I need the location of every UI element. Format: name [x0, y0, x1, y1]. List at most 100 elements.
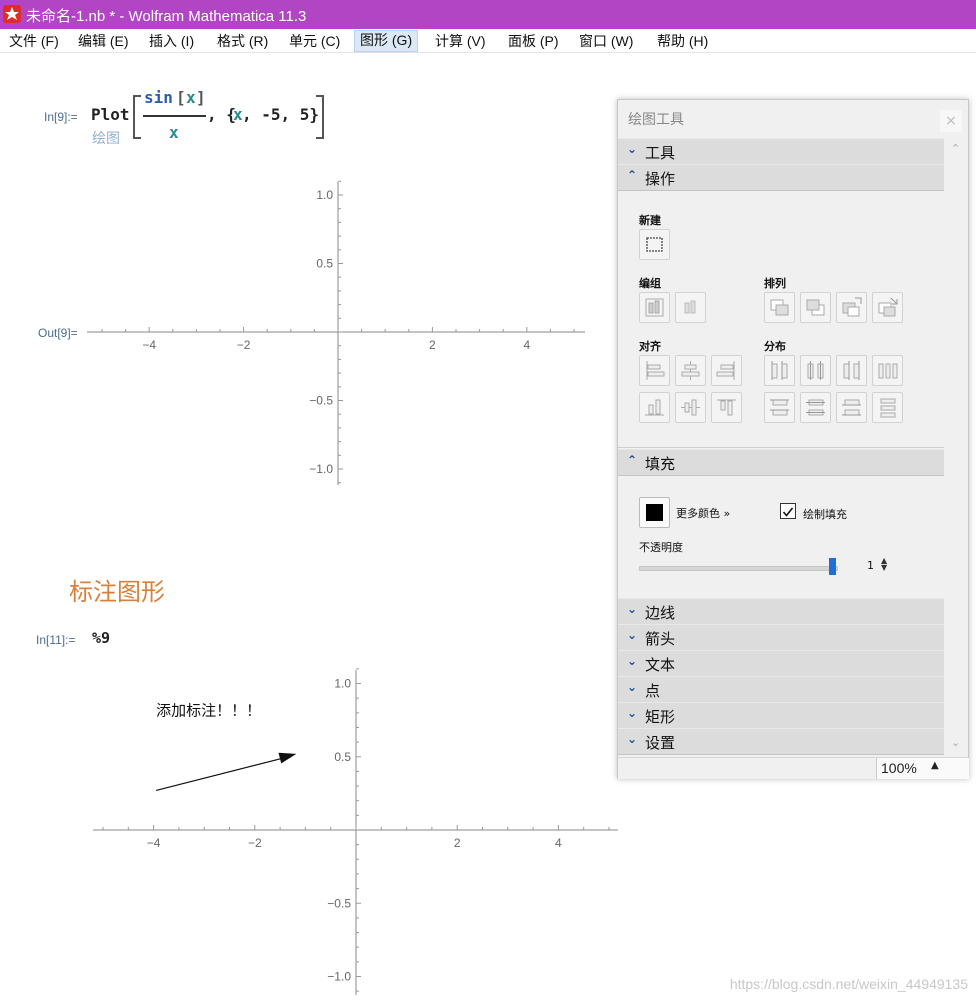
section-operations-label: 操作: [645, 170, 676, 188]
section-settings-label: 设置: [645, 734, 676, 752]
section-tools[interactable]: ⌄ 工具: [618, 138, 944, 165]
menu-cell[interactable]: 单元 (C): [284, 31, 345, 51]
fill-color-swatch[interactable]: [639, 497, 670, 528]
x-tick-label: 2: [429, 338, 436, 352]
section-text-label: 文本: [645, 656, 676, 674]
menu-bar: 文件 (F) 编辑 (E) 插入 (I) 格式 (R) 单元 (C) 图形 (G…: [0, 29, 976, 53]
chevron-down-icon: ⌄: [627, 142, 638, 156]
section-edges[interactable]: ⌄ 边线: [618, 598, 944, 625]
section-tools-label: 工具: [645, 144, 676, 162]
menu-graphics[interactable]: 图形 (G): [354, 30, 419, 52]
send-to-back-button[interactable]: [800, 292, 831, 323]
in-label-11: In[11]:=: [36, 633, 76, 647]
distribute-middle-button[interactable]: [800, 392, 831, 423]
opacity-value[interactable]: 1: [867, 559, 874, 572]
x-tick-label: 2: [454, 836, 461, 850]
annotation-arrow-line: [155, 757, 283, 792]
distribute-bottom-button[interactable]: [836, 392, 867, 423]
x-tick-label: −4: [142, 338, 156, 352]
plot-output-1[interactable]: −4 −2 2 4 1.0 0.5 −0.5 −1.0: [85, 175, 595, 490]
draw-fill-label: 绘制填充: [803, 508, 847, 521]
bring-forward-button[interactable]: [836, 292, 867, 323]
spinner-arrows-icon[interactable]: ▲ ▼: [881, 557, 887, 572]
section-operations[interactable]: ⌃ 操作: [618, 164, 944, 191]
autocomplete-hint[interactable]: 绘图: [92, 128, 120, 148]
distribute-right-button[interactable]: [836, 355, 867, 386]
y-tick-label: −0.5: [309, 394, 333, 408]
align-bottom-button[interactable]: [639, 392, 670, 423]
scroll-up-icon[interactable]: ⌃: [951, 142, 960, 155]
chevron-down-icon: ⌄: [627, 602, 638, 616]
close-icon[interactable]: ×: [940, 110, 962, 132]
section-arrows[interactable]: ⌄ 箭头: [618, 624, 944, 651]
plot-function: Plot: [91, 105, 130, 124]
section-title[interactable]: 标注图形: [69, 572, 165, 607]
denominator: x: [169, 123, 179, 142]
distribute-vertical-button[interactable]: [872, 392, 903, 423]
label-new: 新建: [639, 214, 661, 227]
menu-file[interactable]: 文件 (F): [4, 31, 64, 51]
align-middle-button[interactable]: [675, 392, 706, 423]
align-top-button[interactable]: [711, 392, 742, 423]
annotation-arrowhead: [278, 752, 297, 764]
y-tick-label: 0.5: [334, 750, 351, 764]
bring-to-front-button[interactable]: [764, 292, 795, 323]
distribute-top-button[interactable]: [764, 392, 795, 423]
drawing-tools-palette: 绘图工具 × ⌄ 工具 ⌃ 操作 新建 编组 排列 对齐 分布 ⌃ 填充 更多颜…: [617, 99, 969, 779]
watermark: https://blog.csdn.net/weixin_44949135: [729, 976, 968, 992]
opacity-slider-track[interactable]: [639, 566, 838, 571]
align-left-button[interactable]: [639, 355, 670, 386]
plot-output-2[interactable]: −4 −2 2 4 1.0 0.5 −0.5 −1.0 添加标注！！！: [85, 665, 625, 1000]
menu-format[interactable]: 格式 (R): [212, 31, 273, 51]
section-fill[interactable]: ⌃ 填充: [618, 449, 944, 476]
title-bar: 未命名-1.nb * - Wolfram Mathematica 11.3: [0, 0, 976, 29]
menu-palettes[interactable]: 面板 (P): [503, 31, 564, 51]
fraction-bar: [143, 115, 206, 117]
send-backward-button[interactable]: [872, 292, 903, 323]
group-button[interactable]: [639, 292, 670, 323]
scroll-down-icon[interactable]: ⌄: [951, 736, 960, 749]
section-rectangle[interactable]: ⌄ 矩形: [618, 702, 944, 729]
range-rest: , -5, 5}: [242, 105, 320, 124]
distribute-center-button[interactable]: [800, 355, 831, 386]
mathematica-icon[interactable]: [3, 5, 21, 23]
chevron-down-icon: ⌄: [627, 628, 638, 642]
divider: [618, 447, 944, 448]
menu-insert[interactable]: 插入 (I): [144, 31, 199, 51]
zoom-up-icon[interactable]: ▲: [931, 760, 939, 771]
section-settings[interactable]: ⌄ 设置: [618, 728, 944, 755]
in-label-9: In[9]:=: [44, 110, 78, 124]
align-center-button[interactable]: [675, 355, 706, 386]
distribute-left-button[interactable]: [764, 355, 795, 386]
section-points-label: 点: [645, 682, 661, 700]
chevron-down-icon: ⌄: [627, 654, 638, 668]
color-preview: [646, 504, 663, 521]
ungroup-button[interactable]: [675, 292, 706, 323]
x-tick-label: −2: [237, 338, 251, 352]
section-points[interactable]: ⌄ 点: [618, 676, 944, 703]
distribute-horizontal-button[interactable]: [872, 355, 903, 386]
label-group: 编组: [639, 277, 661, 290]
window-title: 未命名-1.nb * - Wolfram Mathematica 11.3: [26, 8, 307, 25]
label-arrange: 排列: [764, 277, 786, 290]
menu-window[interactable]: 窗口 (W): [574, 31, 638, 51]
numerator-arg: x: [186, 88, 196, 107]
zoom-control[interactable]: 100% ▲: [876, 758, 969, 779]
opacity-slider-thumb[interactable]: [829, 558, 836, 575]
menu-evaluation[interactable]: 计算 (V): [430, 31, 491, 51]
input-cell-11[interactable]: %9: [92, 629, 110, 647]
more-colors-link[interactable]: 更多颜色 »: [676, 505, 730, 521]
y-tick-label: 1.0: [316, 188, 333, 202]
align-right-button[interactable]: [711, 355, 742, 386]
new-canvas-button[interactable]: [639, 229, 670, 260]
menu-help[interactable]: 帮助 (H): [652, 31, 713, 51]
label-align: 对齐: [639, 340, 661, 353]
draw-fill-checkbox[interactable]: [780, 503, 796, 519]
opacity-label: 不透明度: [639, 541, 683, 554]
input-cell-9[interactable]: Plot sin [ x ] x , { x , -5, 5}: [90, 86, 330, 146]
section-arrows-label: 箭头: [645, 630, 676, 648]
palette-scrollbar[interactable]: ⌃ ⌄: [945, 140, 967, 755]
section-text[interactable]: ⌄ 文本: [618, 650, 944, 677]
menu-edit[interactable]: 编辑 (E): [73, 31, 134, 51]
chevron-up-icon: ⌃: [627, 453, 638, 467]
